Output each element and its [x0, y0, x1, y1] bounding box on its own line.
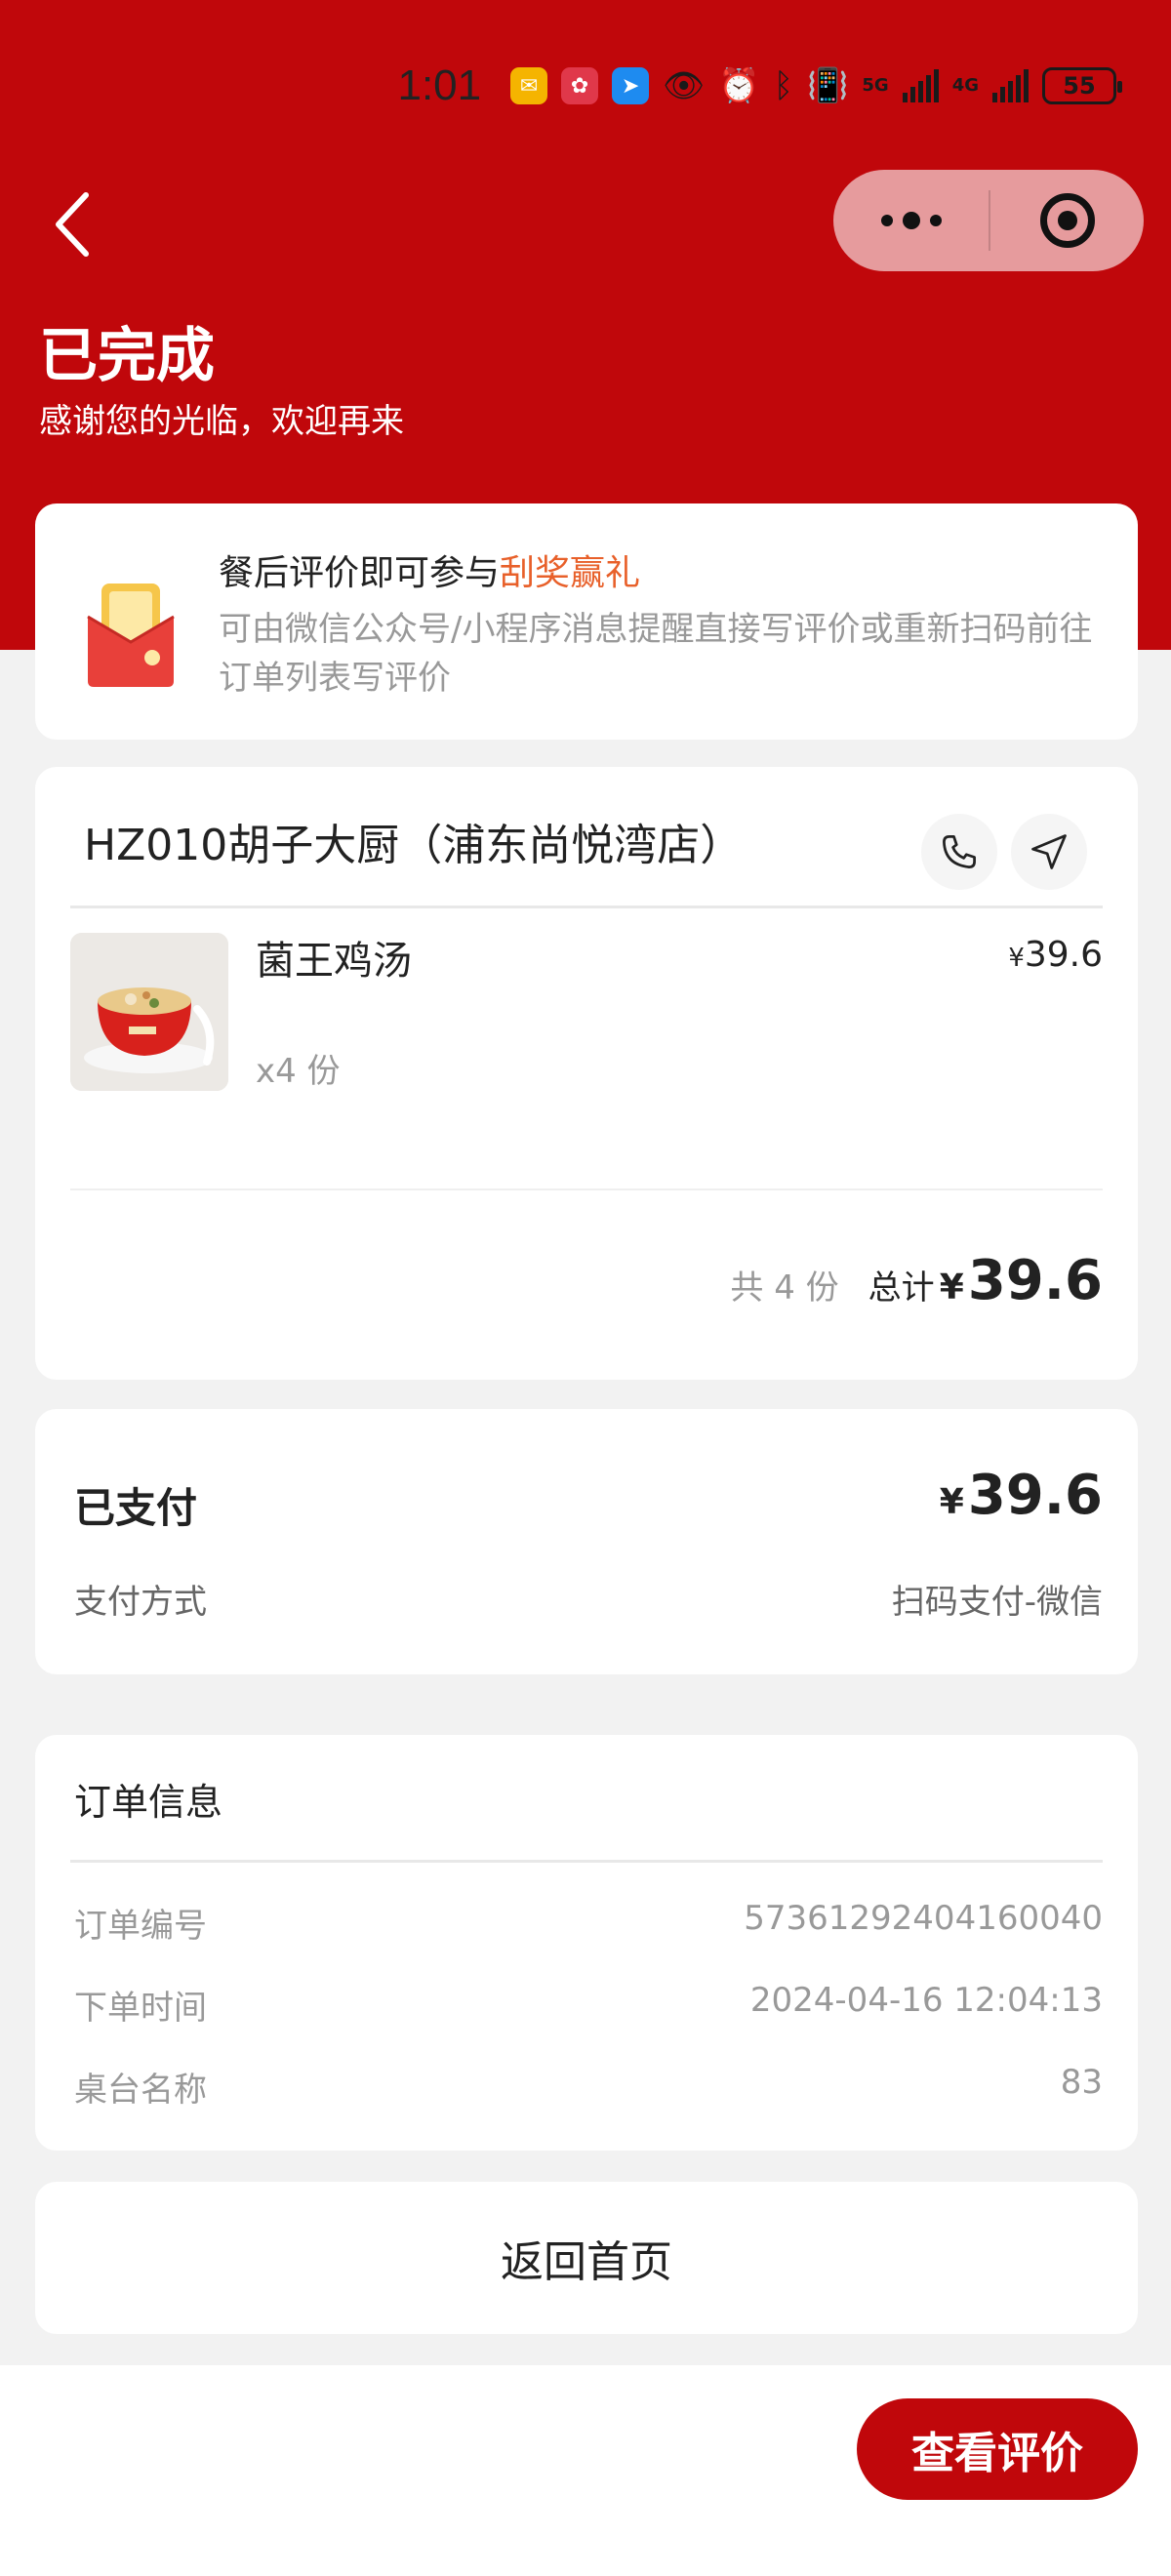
- navigate-store-button[interactable]: [1011, 814, 1087, 890]
- signal-5g-icon: [902, 69, 939, 102]
- network-4g-label: 4G: [951, 75, 979, 96]
- mail-app-icon: ✉: [510, 67, 548, 104]
- payment-card: 已支付 ¥39.6 支付方式 扫码支付-微信: [35, 1409, 1138, 1674]
- dish-price-value: 39.6: [1024, 935, 1103, 975]
- order-time-label: 下单时间: [74, 1989, 207, 2028]
- battery-icon: 55: [1042, 67, 1122, 104]
- dish-image: [70, 933, 228, 1091]
- promo-headline-text: 餐后评价即可参与: [219, 553, 501, 593]
- dish-quantity: x4 份: [256, 1052, 341, 1091]
- vibrate-icon: 📳: [807, 66, 849, 105]
- phone-icon: [943, 835, 976, 868]
- back-button[interactable]: [47, 185, 105, 263]
- order-time-row: 下单时间 2024-04-16 12:04:13: [74, 1981, 1103, 2029]
- total-amount: ¥39.6: [940, 1249, 1103, 1312]
- order-number-value: 57361292404160040: [744, 1899, 1103, 1938]
- miniprogram-capsule: [833, 170, 1144, 271]
- total-group: 总计 ¥39.6: [868, 1249, 1103, 1312]
- store-name: HZ010胡子大厨（浦东尚悦湾店）: [84, 821, 744, 870]
- flower-app-icon: ✿: [561, 67, 599, 104]
- call-store-button[interactable]: [921, 814, 997, 890]
- order-summary: 共 4 份 总计 ¥39.6: [730, 1249, 1103, 1312]
- order-card: HZ010胡子大厨（浦东尚悦湾店） 菌王鸡汤 ¥39.6 x4 份 共 4 份 …: [35, 767, 1138, 1380]
- table-name-value: 83: [1060, 2063, 1103, 2102]
- order-number-label: 订单编号: [74, 1907, 207, 1946]
- table-name-label: 桌台名称: [74, 2071, 207, 2110]
- page-title: 已完成: [39, 322, 215, 390]
- status-time: 1:01: [397, 61, 482, 109]
- divider: [70, 906, 1103, 908]
- eye-icon: 👁: [663, 66, 706, 105]
- order-info-title: 订单信息: [74, 1781, 223, 1824]
- status-bar: 1:01 ✉ ✿ ➤ 👁 ⏰ ᛒ 📳 5G 4G 55: [397, 59, 1122, 113]
- promo-highlight: 刮奖赢礼: [500, 553, 641, 593]
- item-count: 共 4 份: [730, 1268, 839, 1308]
- dish-price: ¥39.6: [1008, 935, 1103, 975]
- order-time-value: 2024-04-16 12:04:13: [749, 1981, 1103, 2020]
- payment-method-value: 扫码支付-微信: [891, 1583, 1103, 1622]
- red-envelope-icon: [84, 580, 178, 689]
- chevron-left-icon: [56, 192, 89, 257]
- divider: [70, 1860, 1103, 1863]
- divider: [70, 1188, 1103, 1190]
- currency-symbol: ¥: [939, 1268, 964, 1308]
- total-label: 总计: [868, 1268, 935, 1308]
- more-button[interactable]: [833, 170, 989, 271]
- page-subtitle: 感谢您的光临，欢迎再来: [39, 402, 404, 441]
- target-icon: [1039, 193, 1095, 248]
- bluetooth-icon: ᛒ: [773, 66, 794, 105]
- return-home-button[interactable]: 返回首页: [35, 2182, 1138, 2334]
- dish-name: 菌王鸡汤: [256, 939, 412, 984]
- currency-symbol: ¥: [1008, 944, 1025, 973]
- order-info-card: 订单信息 订单编号 57361292404160040 下单时间 2024-04…: [35, 1735, 1138, 2151]
- bird-app-icon: ➤: [612, 67, 650, 104]
- payment-amount: ¥39.6: [940, 1464, 1103, 1527]
- alarm-icon: ⏰: [718, 66, 760, 105]
- navigation-arrow-icon: [1031, 834, 1067, 869]
- order-number-row: 订单编号 57361292404160040: [74, 1899, 1103, 1947]
- signal-4g-icon: [992, 69, 1029, 102]
- promo-description: 可由微信公众号/小程序消息提醒直接写评价或重新扫码前往订单列表写评价: [219, 610, 1093, 698]
- table-name-row: 桌台名称 83: [74, 2063, 1103, 2111]
- total-amount-value: 39.6: [967, 1249, 1103, 1312]
- view-review-button[interactable]: 查看评价: [857, 2398, 1138, 2500]
- currency-symbol: ¥: [939, 1482, 964, 1522]
- review-promo-card[interactable]: 餐后评价即可参与刮奖赢礼 可由微信公众号/小程序消息提醒直接写评价或重新扫码前往…: [35, 503, 1138, 740]
- network-5g-label: 5G: [862, 75, 889, 96]
- payment-method-label: 支付方式: [74, 1583, 207, 1622]
- payment-amount-value: 39.6: [967, 1464, 1103, 1527]
- close-miniprogram-button[interactable]: [990, 170, 1144, 271]
- payment-status: 已支付: [74, 1484, 198, 1532]
- promo-headline: 餐后评价即可参与刮奖赢礼: [219, 544, 640, 595]
